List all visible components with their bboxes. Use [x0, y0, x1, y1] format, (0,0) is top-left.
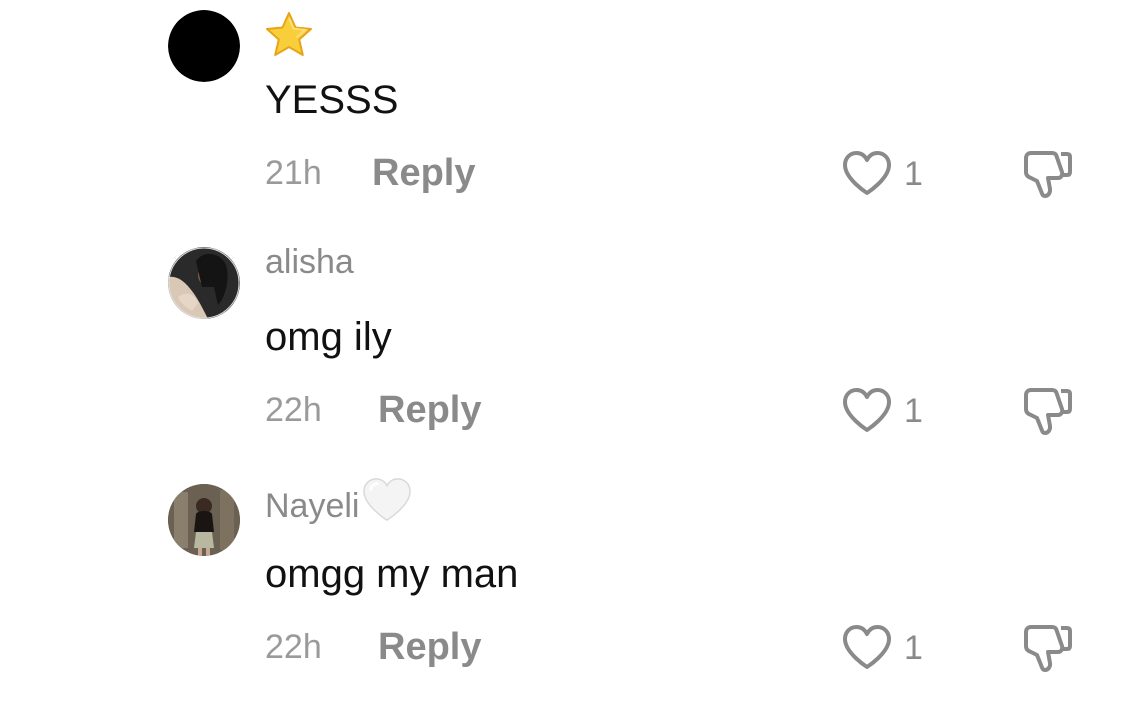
reply-button[interactable]: Reply: [378, 385, 481, 435]
dislike-button[interactable]: [1018, 385, 1076, 441]
comment: Nayeli omgg my man 22h Reply 1: [0, 474, 1125, 711]
comment: YESSS 21h Reply 1: [0, 0, 1125, 237]
comment-text: omgg my man: [265, 552, 519, 596]
comment-time: 21h: [265, 154, 322, 192]
like-button[interactable]: 1: [840, 622, 923, 674]
avatar[interactable]: [168, 484, 240, 556]
thumbs-down-icon: [1024, 388, 1072, 435]
dislike-button[interactable]: [1018, 622, 1076, 678]
dislike-button[interactable]: [1018, 148, 1076, 204]
like-button[interactable]: 1: [840, 385, 923, 437]
comment-time: 22h: [265, 628, 322, 666]
comment-text: YESSS: [265, 78, 399, 122]
thumbs-down-icon: [1024, 625, 1072, 672]
thumbs-down-icon: [1024, 151, 1072, 198]
reply-button[interactable]: Reply: [378, 622, 481, 672]
username-text: alisha: [265, 243, 354, 281]
like-button[interactable]: 1: [840, 148, 923, 200]
comment: alisha omg ily 22h Reply 1: [0, 237, 1125, 474]
white-heart-icon: [361, 476, 413, 536]
heart-outline-icon: [843, 625, 891, 669]
like-count: 1: [904, 155, 923, 193]
comment-text: omg ily: [265, 315, 392, 359]
reply-button[interactable]: Reply: [372, 148, 475, 198]
username[interactable]: Nayeli: [265, 476, 413, 536]
avatar[interactable]: [168, 10, 240, 82]
username-text: Nayeli: [265, 487, 360, 525]
avatar[interactable]: [168, 247, 240, 319]
heart-outline-icon: [843, 388, 891, 432]
heart-outline-icon: [843, 151, 891, 195]
like-count: 1: [904, 629, 923, 667]
star-icon: [262, 10, 316, 60]
like-count: 1: [904, 392, 923, 430]
comment-time: 22h: [265, 391, 322, 429]
username[interactable]: alisha: [265, 239, 354, 285]
